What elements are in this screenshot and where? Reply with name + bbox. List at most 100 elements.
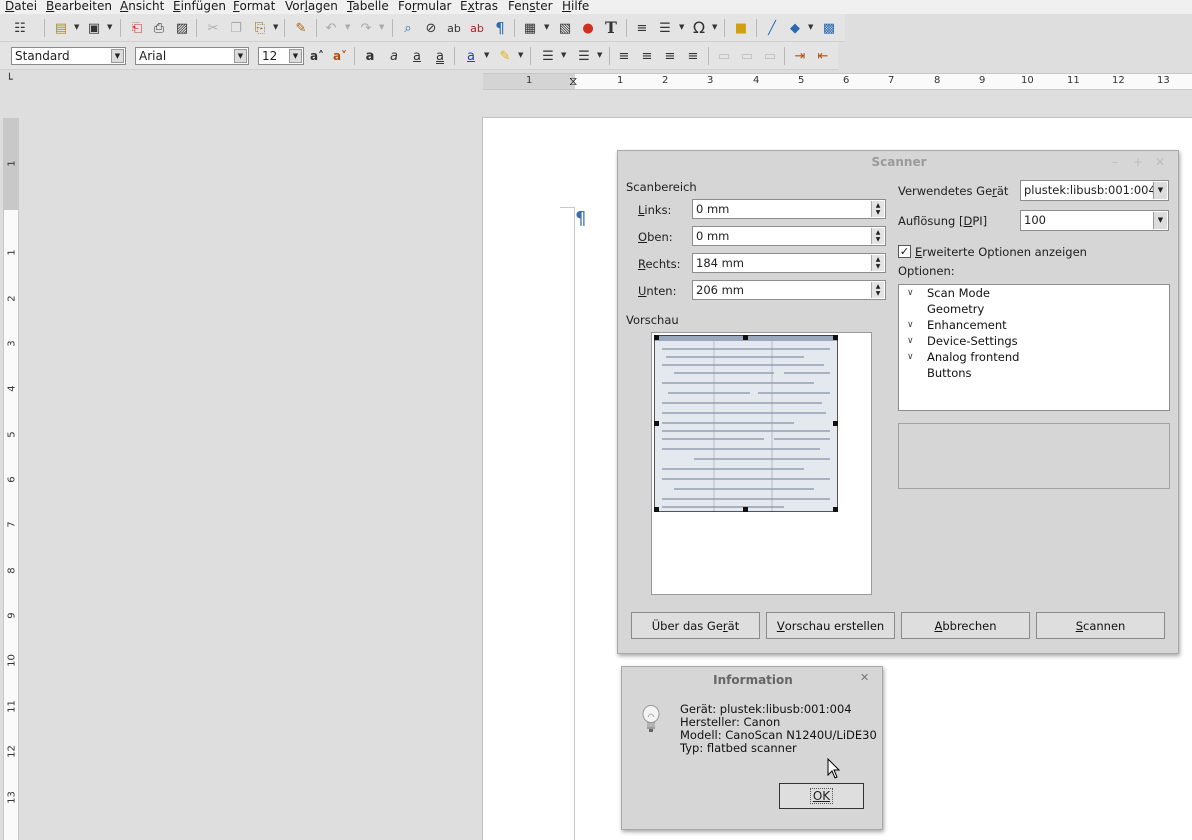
shapes-dropdown-icon[interactable]: ▼ bbox=[808, 23, 813, 31]
font-color-dropdown-icon[interactable]: ▼ bbox=[484, 51, 489, 59]
align-right-icon[interactable]: ≡ bbox=[661, 47, 679, 65]
basic-shapes-icon[interactable]: ◆ bbox=[786, 19, 804, 37]
bullets-dropdown-icon[interactable]: ▼ bbox=[561, 51, 566, 59]
options-tree[interactable]: ∨ Scan Mode Geometry ∨ Enhancement ∨ Dev… bbox=[898, 284, 1170, 411]
tree-item[interactable]: Device-Settings bbox=[927, 334, 1018, 348]
expand-arrow-icon[interactable]: ∨ bbox=[907, 320, 914, 330]
insert-chart-icon[interactable]: ● bbox=[579, 19, 597, 37]
underline-icon[interactable]: a bbox=[408, 47, 426, 65]
special-character-dropdown-icon[interactable]: ▼ bbox=[712, 23, 717, 31]
tree-item[interactable]: Geometry bbox=[927, 302, 984, 316]
insert-table-icon[interactable]: ▦ bbox=[521, 19, 539, 37]
field-dropdown-icon[interactable]: ▼ bbox=[679, 23, 684, 31]
numbering-icon[interactable]: ☰ bbox=[575, 47, 593, 65]
minimize-icon[interactable]: – bbox=[1112, 155, 1118, 169]
spacing-above-icon[interactable]: ▭ bbox=[738, 47, 756, 65]
spin-arrows-icon[interactable]: ▲ ▼ bbox=[871, 201, 884, 217]
menu-bearbeiten[interactable]: Bearbeiten bbox=[46, 0, 112, 13]
maximize-icon[interactable]: + bbox=[1133, 155, 1143, 169]
ok-button[interactable]: OK bbox=[779, 783, 864, 809]
spin-arrows-icon[interactable]: ▲ ▼ bbox=[871, 228, 884, 244]
redo-dropdown-icon[interactable]: ▼ bbox=[379, 23, 384, 31]
close-icon[interactable]: ✕ bbox=[860, 671, 869, 684]
tab-stop-icon[interactable]: └ bbox=[6, 73, 13, 86]
open-folder-icon[interactable]: ▤ bbox=[52, 19, 70, 37]
resolution-select[interactable]: 100 ▼ bbox=[1020, 210, 1169, 231]
italic-icon[interactable]: a bbox=[385, 47, 403, 65]
insert-image-icon[interactable]: ▧ bbox=[556, 19, 574, 37]
redo-icon[interactable]: ↷ bbox=[357, 19, 375, 37]
chevron-down-icon[interactable]: ▼ bbox=[234, 49, 247, 63]
bold-icon[interactable]: a bbox=[361, 47, 379, 65]
auto-spellcheck-icon[interactable]: ab bbox=[468, 19, 486, 37]
insert-field-icon[interactable]: ☰ bbox=[656, 19, 674, 37]
font-name-combo[interactable]: Arial ▼ bbox=[135, 47, 249, 65]
export-pdf-icon[interactable]: ⎗ bbox=[128, 19, 146, 37]
undo-icon[interactable]: ↶ bbox=[322, 19, 340, 37]
spelling-icon[interactable]: ⊘ bbox=[422, 19, 440, 37]
cut-icon[interactable]: ✂ bbox=[204, 19, 222, 37]
copy-icon[interactable]: ❐ bbox=[227, 19, 245, 37]
preview-area[interactable] bbox=[651, 332, 872, 595]
line-icon[interactable]: ╱ bbox=[763, 19, 781, 37]
advanced-options-label[interactable]: Erweiterte Optionen anzeigen bbox=[915, 245, 1087, 259]
comment-icon[interactable]: ■ bbox=[732, 19, 750, 37]
special-character-icon[interactable]: Ω bbox=[690, 19, 708, 37]
indent-marker-icon[interactable]: ⧖ bbox=[569, 74, 577, 88]
formatting-marks-icon[interactable]: ¶ bbox=[491, 19, 509, 37]
menu-datei[interactable]: Datei bbox=[5, 0, 37, 13]
paste-dropdown-icon[interactable]: ▼ bbox=[273, 23, 278, 31]
tree-item[interactable]: Buttons bbox=[927, 366, 972, 380]
left-spinbox[interactable]: 0 mm ▲ ▼ bbox=[692, 199, 886, 219]
decrease-indent-icon[interactable]: ⇤ bbox=[814, 47, 832, 65]
bullets-icon[interactable]: ☰ bbox=[539, 47, 557, 65]
menu-vorlagen[interactable]: Vorlagen bbox=[285, 0, 338, 13]
navigator-icon[interactable]: ☷ bbox=[11, 19, 29, 37]
expand-arrow-icon[interactable]: ∨ bbox=[907, 352, 914, 362]
print-icon[interactable]: ⎙ bbox=[150, 19, 168, 37]
justify-icon[interactable]: ≡ bbox=[684, 47, 702, 65]
top-spinbox[interactable]: 0 mm ▲ ▼ bbox=[692, 226, 886, 246]
decrease-font-icon[interactable]: a˅ bbox=[331, 47, 349, 65]
menu-format[interactable]: Format bbox=[233, 0, 275, 13]
font-size-combo[interactable]: 12 ▼ bbox=[258, 47, 304, 65]
highlight-icon[interactable]: ✎ bbox=[496, 47, 514, 65]
chevron-down-icon[interactable]: ▼ bbox=[1153, 182, 1167, 199]
tree-item[interactable]: Scan Mode bbox=[927, 286, 990, 300]
tree-item[interactable]: Enhancement bbox=[927, 318, 1007, 332]
spin-arrows-icon[interactable]: ▲ ▼ bbox=[871, 255, 884, 271]
right-spinbox[interactable]: 184 mm ▲ ▼ bbox=[692, 253, 886, 273]
advanced-options-checkbox[interactable]: ✓ bbox=[898, 245, 911, 258]
device-select[interactable]: plustek:libusb:001:004 ▼ bbox=[1020, 180, 1169, 201]
save-dropdown-icon[interactable]: ▼ bbox=[107, 23, 112, 31]
expand-arrow-icon[interactable]: ∨ bbox=[907, 288, 914, 298]
chevron-down-icon[interactable]: ▼ bbox=[1153, 212, 1167, 229]
create-preview-button[interactable]: Vorschau erstellen bbox=[766, 612, 895, 639]
cancel-button[interactable]: Abbrechen bbox=[901, 612, 1030, 639]
increase-font-icon[interactable]: a˄ bbox=[308, 47, 326, 65]
highlight-dropdown-icon[interactable]: ▼ bbox=[518, 51, 523, 59]
find-replace-icon[interactable]: ⌕ bbox=[399, 19, 417, 37]
font-color-icon[interactable]: a bbox=[462, 47, 480, 65]
spin-arrows-icon[interactable]: ▲ ▼ bbox=[871, 282, 884, 298]
tree-item[interactable]: Analog frontend bbox=[927, 350, 1019, 364]
table-dropdown-icon[interactable]: ▼ bbox=[544, 23, 549, 31]
undo-dropdown-icon[interactable]: ▼ bbox=[345, 23, 350, 31]
menu-ansicht[interactable]: Ansicht bbox=[120, 0, 164, 13]
align-center-icon[interactable]: ≡ bbox=[638, 47, 656, 65]
scan-button[interactable]: Scannen bbox=[1036, 612, 1165, 639]
open-dropdown-icon[interactable]: ▼ bbox=[74, 23, 79, 31]
bottom-spinbox[interactable]: 206 mm ▲ ▼ bbox=[692, 280, 886, 300]
save-icon[interactable]: ▣ bbox=[85, 19, 103, 37]
menu-einfuegen[interactable]: Einfügen bbox=[173, 0, 226, 13]
paragraph-style-combo[interactable]: Standard ▼ bbox=[11, 47, 126, 65]
page-break-icon[interactable]: ≡ bbox=[633, 19, 651, 37]
menu-hilfe[interactable]: Hilfe bbox=[562, 0, 589, 13]
vertical-ruler[interactable]: 1 1 2 3 4 5 6 7 8 9 10 11 12 13 bbox=[3, 118, 19, 840]
horizontal-ruler[interactable]: 1 ⧖ 1 2 3 4 5 6 7 8 9 10 11 12 13 bbox=[483, 73, 1192, 90]
menu-fenster[interactable]: Fenster bbox=[508, 0, 553, 13]
expand-arrow-icon[interactable]: ∨ bbox=[907, 336, 914, 346]
draw-functions-icon[interactable]: ▩ bbox=[820, 19, 838, 37]
line-spacing-icon[interactable]: ▭ bbox=[715, 47, 733, 65]
menu-formular[interactable]: Formular bbox=[398, 0, 451, 13]
